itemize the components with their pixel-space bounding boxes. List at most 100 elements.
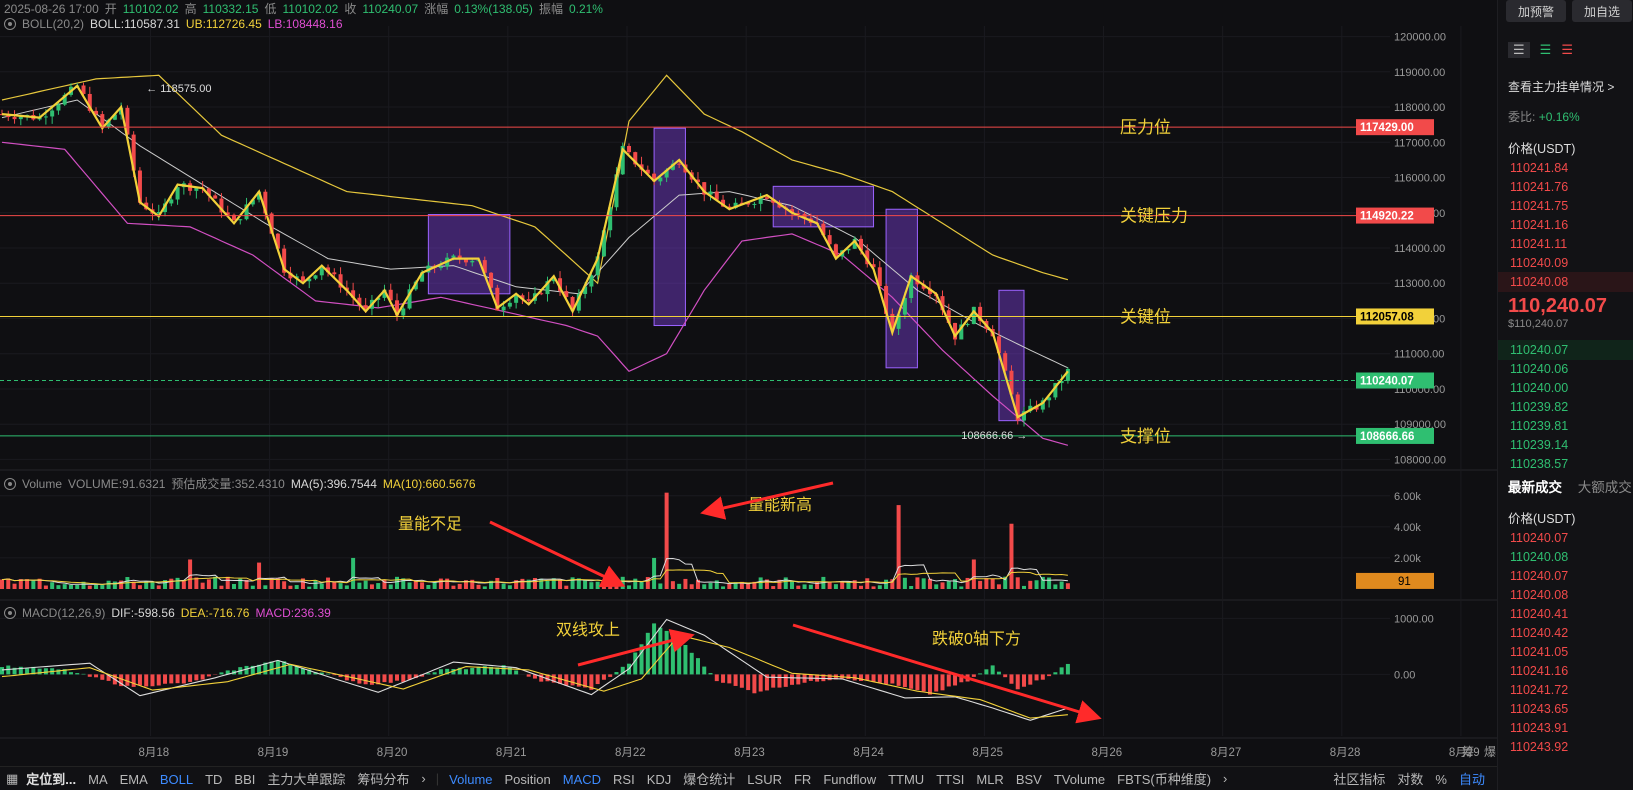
macd-histogram-bar [1022, 674, 1027, 687]
indicator-7[interactable]: 筹码分布 [357, 772, 409, 787]
bid-row[interactable]: 110238.57 [1498, 454, 1633, 474]
depth-asks-icon[interactable]: ☰ [1561, 42, 1573, 58]
trade-row[interactable]: 110240.42 [1498, 623, 1633, 643]
indicator-15[interactable]: FBTS(币种维度) [1117, 772, 1211, 787]
trade-row[interactable]: 110241.16 [1498, 661, 1633, 681]
indicator-12[interactable]: MLR [976, 772, 1003, 787]
bid-row[interactable]: 110240.00 [1498, 378, 1633, 398]
bid-row[interactable]: 110239.82 [1498, 397, 1633, 417]
macd-histogram-bar [633, 652, 638, 675]
tab-large-trades[interactable]: 大额成交 [1578, 480, 1632, 495]
boll-mid: BOLL:110587.31 [90, 17, 180, 31]
depth-both-icon[interactable]: ☰ [1508, 42, 1530, 58]
bid-row[interactable]: 110239.14 [1498, 435, 1633, 455]
x-tick-label: 8月23 [734, 747, 765, 759]
indicator-9[interactable]: Fundflow [823, 772, 876, 787]
indicator-5[interactable]: BBI [234, 772, 255, 787]
eye-icon[interactable] [4, 18, 16, 30]
macd-annotation: 双线攻上 [556, 621, 620, 639]
trade-row[interactable]: 110243.92 [1498, 737, 1633, 757]
bid-row[interactable]: 110240.07 [1498, 340, 1633, 360]
eye-icon[interactable] [4, 607, 16, 619]
indicator-1[interactable]: Volume [449, 772, 492, 787]
indicator-3[interactable]: BOLL [160, 772, 193, 787]
indicator-2[interactable]: EMA [120, 772, 148, 787]
trade-row[interactable]: 110241.72 [1498, 680, 1633, 700]
trade-row[interactable]: 110240.41 [1498, 604, 1633, 624]
macd-histogram-bar [539, 674, 544, 682]
bid-row[interactable]: 110239.81 [1498, 416, 1633, 436]
chevron-right-icon[interactable]: › [1223, 771, 1227, 786]
trade-row[interactable]: 110240.08 [1498, 585, 1633, 605]
indicator-4[interactable]: RSI [613, 772, 635, 787]
depth-bids-icon[interactable]: ☰ [1540, 42, 1552, 58]
ask-row[interactable]: 110241.76 [1498, 177, 1633, 197]
tab-latest-trades[interactable]: 最新成交 [1508, 480, 1562, 495]
x-tick-label: 8月26 [1092, 747, 1123, 759]
ask-row[interactable]: 110241.75 [1498, 196, 1633, 216]
macd-histogram-bar [921, 674, 926, 692]
indicator-1[interactable]: 社区指标 [1333, 772, 1385, 787]
indicator-4[interactable]: TD [205, 772, 222, 787]
kline-chart[interactable]: 120000.00 119000.00 118000.00 117000.00 1160… [0, 0, 1497, 766]
macd-histogram-bar [601, 674, 606, 680]
indicator-11[interactable]: TTSI [936, 772, 964, 787]
volume-bar [169, 578, 174, 589]
indicator-13[interactable]: BSV [1016, 772, 1042, 787]
volume-bar [815, 581, 820, 589]
macd-histogram-bar [790, 674, 795, 685]
macd-histogram-bar [758, 674, 763, 692]
indicator-2[interactable]: Position [505, 772, 551, 787]
trade-row[interactable]: 110241.05 [1498, 642, 1633, 662]
macd-histogram-bar [1047, 674, 1052, 677]
volume-bar [658, 583, 663, 589]
ask-row[interactable]: 110241.11 [1498, 234, 1633, 254]
depth-link[interactable]: 查看主力挂单情况 > [1508, 78, 1614, 95]
ask-row[interactable]: 110240.09 [1498, 253, 1633, 273]
locate-button[interactable]: 定位到... [26, 769, 76, 788]
volume-bar [996, 584, 1001, 589]
indicator-1[interactable]: MA [88, 772, 108, 787]
indicator-2[interactable]: 对数 [1397, 772, 1423, 787]
indicator-4[interactable]: 自动 [1459, 772, 1485, 787]
indicator-3[interactable]: % [1435, 772, 1447, 787]
macd-histogram-bar [658, 627, 663, 675]
trade-row[interactable]: 110243.91 [1498, 718, 1633, 738]
chevron-right-icon[interactable]: › [421, 771, 425, 786]
indicator-3[interactable]: MACD [563, 772, 601, 787]
ask-row[interactable]: 110241.84 [1498, 158, 1633, 178]
indicator-6[interactable]: 主力大单跟踪 [267, 772, 345, 787]
candle-body [401, 308, 406, 316]
indicator-7[interactable]: LSUR [747, 772, 782, 787]
eye-icon[interactable] [4, 477, 16, 490]
indicator-5[interactable]: KDJ [647, 772, 672, 787]
ask-row[interactable]: 110240.08 [1498, 272, 1633, 292]
trade-row[interactable]: 110240.08 [1498, 547, 1633, 567]
high-value: 110332.15 [202, 1, 259, 16]
indicator-14[interactable]: TVolume [1054, 772, 1105, 787]
bid-row[interactable]: 110240.06 [1498, 359, 1633, 379]
volume-bar [1034, 580, 1039, 589]
volume-bar [344, 585, 349, 589]
trade-row[interactable]: 110240.07 [1498, 566, 1633, 586]
volume-bar [338, 583, 343, 589]
volume-bar [796, 585, 801, 589]
volume-bar [633, 578, 638, 589]
trade-row[interactable]: 110243.65 [1498, 699, 1633, 719]
add-alert-button[interactable]: 加预警 [1506, 0, 1566, 22]
chart-options: 社区指标 对数% 自动 [1327, 769, 1491, 788]
indicator-6[interactable]: 爆仓统计 [683, 772, 735, 787]
add-watchlist-button[interactable]: 加自选 [1572, 0, 1632, 22]
chart-area[interactable]: 120000.00 119000.00 118000.00 117000.00 1160… [0, 0, 1497, 790]
high-label: 高 [184, 2, 197, 16]
ask-row[interactable]: 110241.16 [1498, 215, 1633, 235]
volume-bar [727, 583, 732, 589]
macd-histogram-bar [595, 674, 600, 685]
macd-histogram-bar [1059, 667, 1064, 675]
macd-histogram-bar [915, 674, 920, 691]
calendar-icon[interactable]: ▦ [6, 771, 18, 787]
indicator-10[interactable]: TTMU [888, 772, 924, 787]
indicator-8[interactable]: FR [794, 772, 811, 787]
trade-row[interactable]: 110240.07 [1498, 528, 1633, 548]
ratio-label: 委比: [1508, 110, 1536, 124]
